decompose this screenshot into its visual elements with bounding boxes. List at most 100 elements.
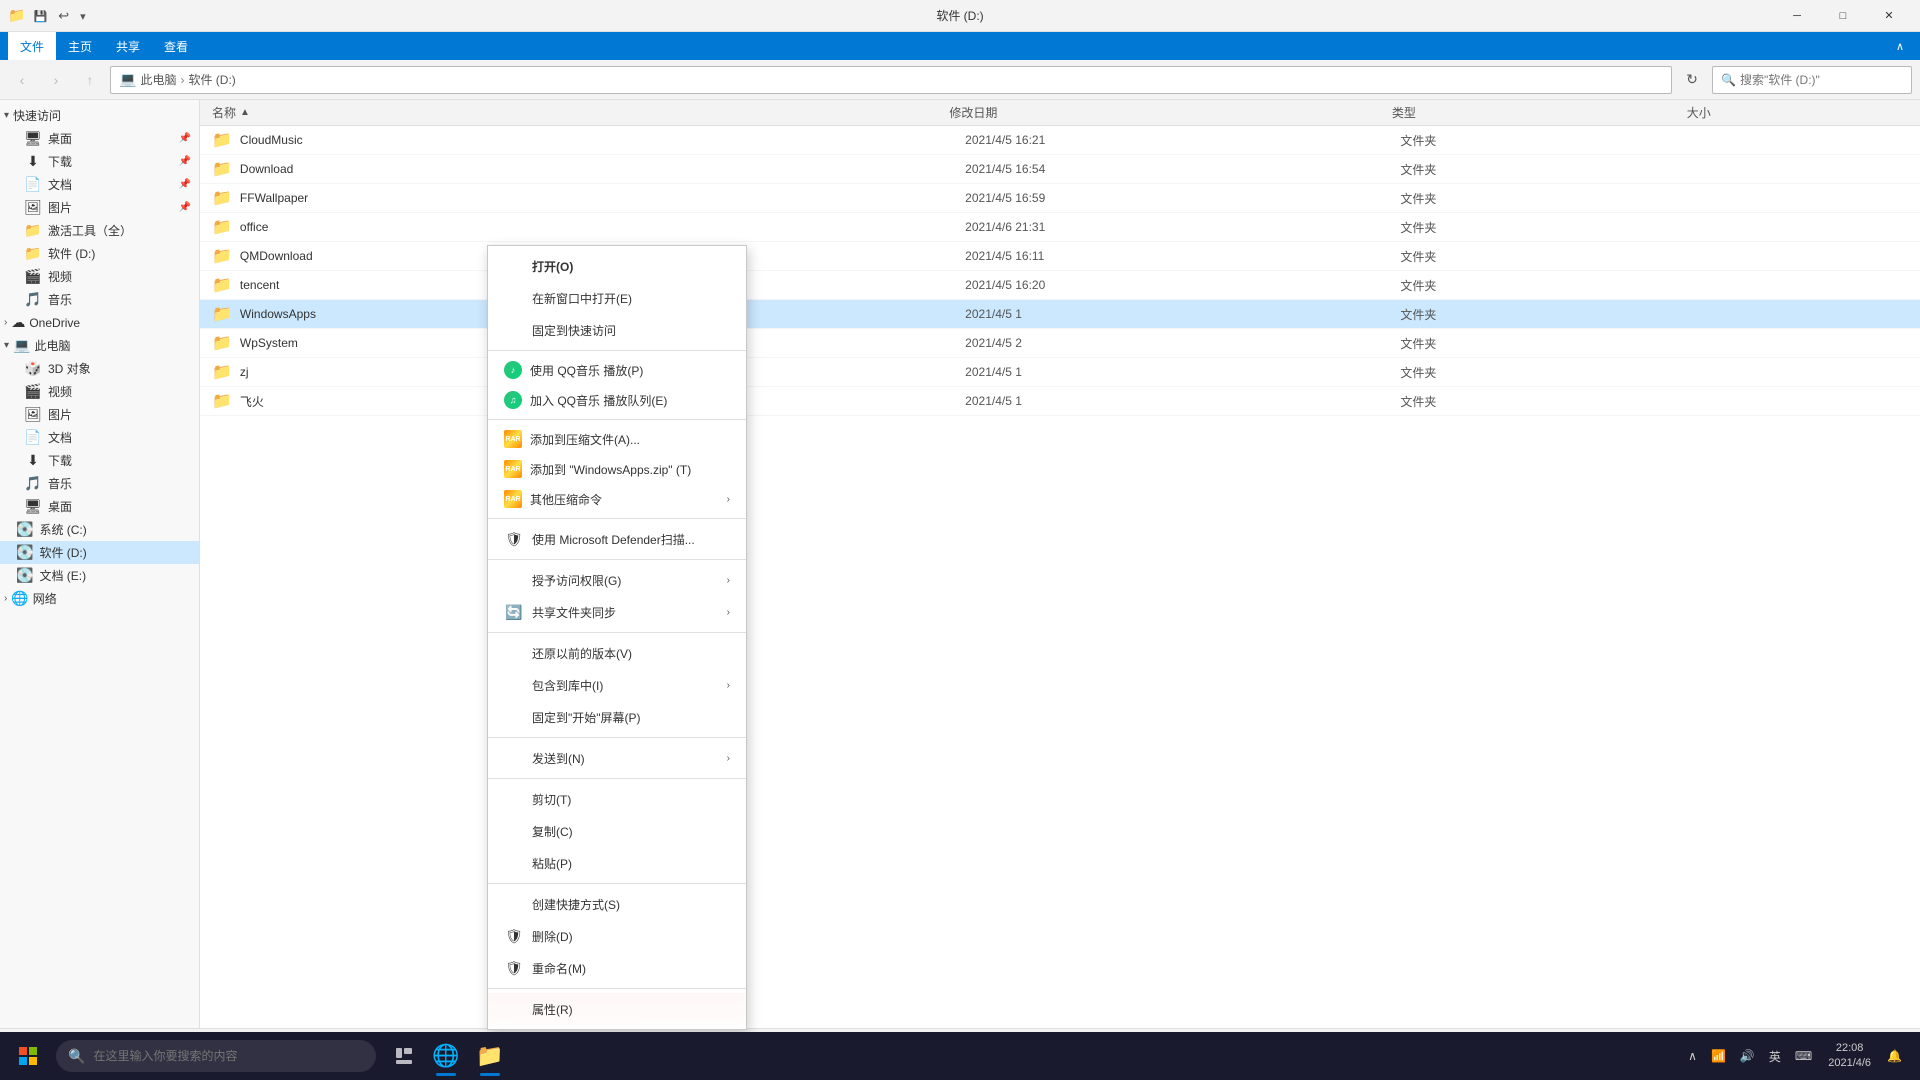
sidebar-item-music2[interactable]: 🎵 音乐 (8, 472, 199, 495)
ctx-paste[interactable]: 粘贴(P) (488, 847, 746, 879)
file-date: 2021/4/6 21:31 (965, 220, 1400, 234)
sidebar-item-downloads[interactable]: ⬇ 下载 📌 (8, 150, 199, 173)
sidebar-item-pictures2[interactable]: 🖼 图片 (8, 403, 199, 426)
file-item[interactable]: 📁 FFWallpaper 2021/4/5 16:59 文件夹 (200, 184, 1920, 213)
ribbon-tab-share[interactable]: 共享 (104, 32, 152, 60)
sidebar-item-activate-tools[interactable]: 📁 激活工具（全） (8, 219, 199, 242)
ctx-properties[interactable]: 属性(R) (488, 993, 746, 1025)
sidebar-item-desktop2[interactable]: 🖥 桌面 (8, 495, 199, 518)
folder-icon: 📁 (212, 391, 232, 411)
ctx-grant-access[interactable]: 授予访问权限(G) › (488, 564, 746, 596)
ctx-add-to-zip[interactable]: RAR 添加到 "WindowsApps.zip" (T) (488, 454, 746, 484)
task-view-button[interactable] (384, 1036, 424, 1076)
sidebar-item-pictures[interactable]: 🖼 图片 📌 (8, 196, 199, 219)
up-button[interactable]: ↑ (76, 66, 104, 94)
ribbon-tab-home[interactable]: 主页 (56, 32, 104, 60)
ctx-qq-music-play[interactable]: ♪ 使用 QQ音乐 播放(P) (488, 355, 746, 385)
sidebar-item-videos[interactable]: 🎬 视频 (8, 380, 199, 403)
maximize-button[interactable]: □ (1820, 0, 1866, 32)
ctx-delete[interactable]: 🛡 删除(D) (488, 920, 746, 952)
ctx-restore-version[interactable]: 还原以前的版本(V) (488, 637, 746, 669)
sidebar-onedrive-section[interactable]: › ☁ OneDrive (0, 311, 199, 334)
file-item[interactable]: 📁 zj 2021/4/5 1 文件夹 (200, 358, 1920, 387)
sidebar-quick-access-section[interactable]: ▾ 快速访问 (0, 104, 199, 127)
sidebar-item-documents[interactable]: 📄 文档 📌 (8, 173, 199, 196)
back-button[interactable]: ‹ (8, 66, 36, 94)
column-size: 大小 (1687, 104, 1908, 121)
sidebar: ▾ 快速访问 🖥 桌面 📌 ⬇ 下载 📌 📄 文档 📌 🖼 图片 (0, 100, 200, 1028)
file-item[interactable]: 📁 tencent 2021/4/5 16:20 文件夹 (200, 271, 1920, 300)
quick-undo-btn[interactable]: ↩ (54, 6, 73, 25)
sidebar-drive-label: 文档 (E:) (39, 567, 86, 584)
ctx-create-shortcut[interactable]: 创建快捷方式(S) (488, 888, 746, 920)
sidebar-item-desktop[interactable]: 🖥 桌面 📌 (8, 127, 199, 150)
minimize-button[interactable]: ─ (1774, 0, 1820, 32)
ctx-label: 属性(R) (532, 1001, 573, 1018)
sidebar-thispc-section[interactable]: ▾ 💻 此电脑 (0, 334, 199, 357)
ctx-rename[interactable]: 🛡 重命名(M) (488, 952, 746, 984)
sidebar-item-videos-quick[interactable]: 🎬 视频 (8, 265, 199, 288)
file-item[interactable]: 📁 WindowsApps 2021/4/5 1 文件夹 (200, 300, 1920, 329)
file-item[interactable]: 📁 飞火 2021/4/5 1 文件夹 (200, 387, 1920, 416)
ctx-other-compress[interactable]: RAR 其他压缩命令 › (488, 484, 746, 514)
ribbon-tab-file[interactable]: 文件 (8, 32, 56, 60)
taskbar-files-app[interactable]: 📁 (468, 1034, 512, 1078)
sidebar-item-label: 视频 (48, 268, 72, 285)
sidebar-item-music-quick[interactable]: 🎵 音乐 (8, 288, 199, 311)
refresh-button[interactable]: ↻ (1678, 66, 1706, 94)
search-input[interactable] (1740, 73, 1903, 87)
music-icon: 🎵 (24, 291, 42, 308)
ctx-include-library[interactable]: 包含到库中(I) › (488, 669, 746, 701)
quick-dropdown-btn[interactable]: ▾ (76, 9, 90, 25)
taskbar-search-input[interactable] (93, 1049, 364, 1063)
ribbon-tab-view[interactable]: 查看 (152, 32, 200, 60)
ctx-pin-quick-access[interactable]: 固定到快速访问 (488, 314, 746, 346)
language-indicator[interactable]: 英 (1763, 1044, 1787, 1069)
sidebar-drive-c[interactable]: 💽 系统 (C:) (0, 518, 199, 541)
ctx-send-to[interactable]: 发送到(N) › (488, 742, 746, 774)
file-item[interactable]: 📁 CloudMusic 2021/4/5 16:21 文件夹 (200, 126, 1920, 155)
file-item[interactable]: 📁 QMDownload 2021/4/5 16:11 文件夹 (200, 242, 1920, 271)
file-item[interactable]: 📁 office 2021/4/6 21:31 文件夹 (200, 213, 1920, 242)
keyboard-icon[interactable]: ⌨ (1789, 1045, 1818, 1067)
sidebar-item-documents2[interactable]: 📄 文档 (8, 426, 199, 449)
sidebar-quick-access-items: 🖥 桌面 📌 ⬇ 下载 📌 📄 文档 📌 🖼 图片 📌 📁 激活 (0, 127, 199, 311)
file-item[interactable]: 📁 Download 2021/4/5 16:54 文件夹 (200, 155, 1920, 184)
sidebar-drive-e[interactable]: 💽 文档 (E:) (0, 564, 199, 587)
submenu-arrow-5-icon: › (727, 753, 730, 764)
taskbar-edge-app[interactable]: 🌐 (424, 1034, 468, 1078)
ribbon-collapse-button[interactable]: ∧ (1888, 36, 1912, 57)
quick-save-btn[interactable]: 💾 (29, 9, 51, 25)
sidebar-item-label: 图片 (48, 406, 72, 423)
ctx-folder-sync[interactable]: 🔄 共享文件夹同步 › (488, 596, 746, 628)
start-button[interactable] (4, 1032, 52, 1080)
sidebar-item-downloads2[interactable]: ⬇ 下载 (8, 449, 199, 472)
ctx-qq-music-queue[interactable]: ♫ 加入 QQ音乐 播放队列(E) (488, 385, 746, 415)
close-button[interactable]: ✕ (1866, 0, 1912, 32)
path-computer: 此电脑 (140, 71, 176, 88)
address-path[interactable]: 💻 此电脑 › 软件 (D:) (110, 66, 1672, 94)
system-clock[interactable]: 22:08 2021/4/6 (1820, 1037, 1879, 1076)
sidebar-item-label: 3D 对象 (48, 360, 91, 377)
expand-tray-icon[interactable]: ∧ (1682, 1045, 1703, 1067)
file-item[interactable]: 📁 WpSystem 2021/4/5 2 文件夹 (200, 329, 1920, 358)
ctx-pin-to-start[interactable]: 固定到"开始"屏幕(P) (488, 701, 746, 733)
file-type: 文件夹 (1400, 248, 1690, 265)
ctx-open-new-window[interactable]: 在新窗口中打开(E) (488, 282, 746, 314)
ctx-defender-scan[interactable]: 🛡 使用 Microsoft Defender扫描... (488, 523, 746, 555)
sidebar-network-section[interactable]: › 🌐 网络 (0, 587, 199, 610)
ctx-add-to-archive[interactable]: RAR 添加到压缩文件(A)... (488, 424, 746, 454)
ctx-copy[interactable]: 复制(C) (488, 815, 746, 847)
drive-d-icon: 💽 (16, 544, 33, 561)
volume-tray-icon[interactable]: 🔊 (1734, 1045, 1761, 1067)
ctx-open[interactable]: 打开(O) (488, 250, 746, 282)
column-type: 类型 (1392, 104, 1687, 121)
sidebar-item-software-d[interactable]: 📁 软件 (D:) (8, 242, 199, 265)
notification-icon[interactable]: 🔔 (1881, 1045, 1908, 1067)
forward-button[interactable]: › (42, 66, 70, 94)
network-tray-icon[interactable]: 📶 (1705, 1045, 1732, 1067)
ctx-label: 加入 QQ音乐 播放队列(E) (530, 392, 667, 409)
sidebar-drive-d[interactable]: 💽 软件 (D:) (0, 541, 199, 564)
sidebar-item-3dobjects[interactable]: 🎲 3D 对象 (8, 357, 199, 380)
ctx-cut[interactable]: 剪切(T) (488, 783, 746, 815)
